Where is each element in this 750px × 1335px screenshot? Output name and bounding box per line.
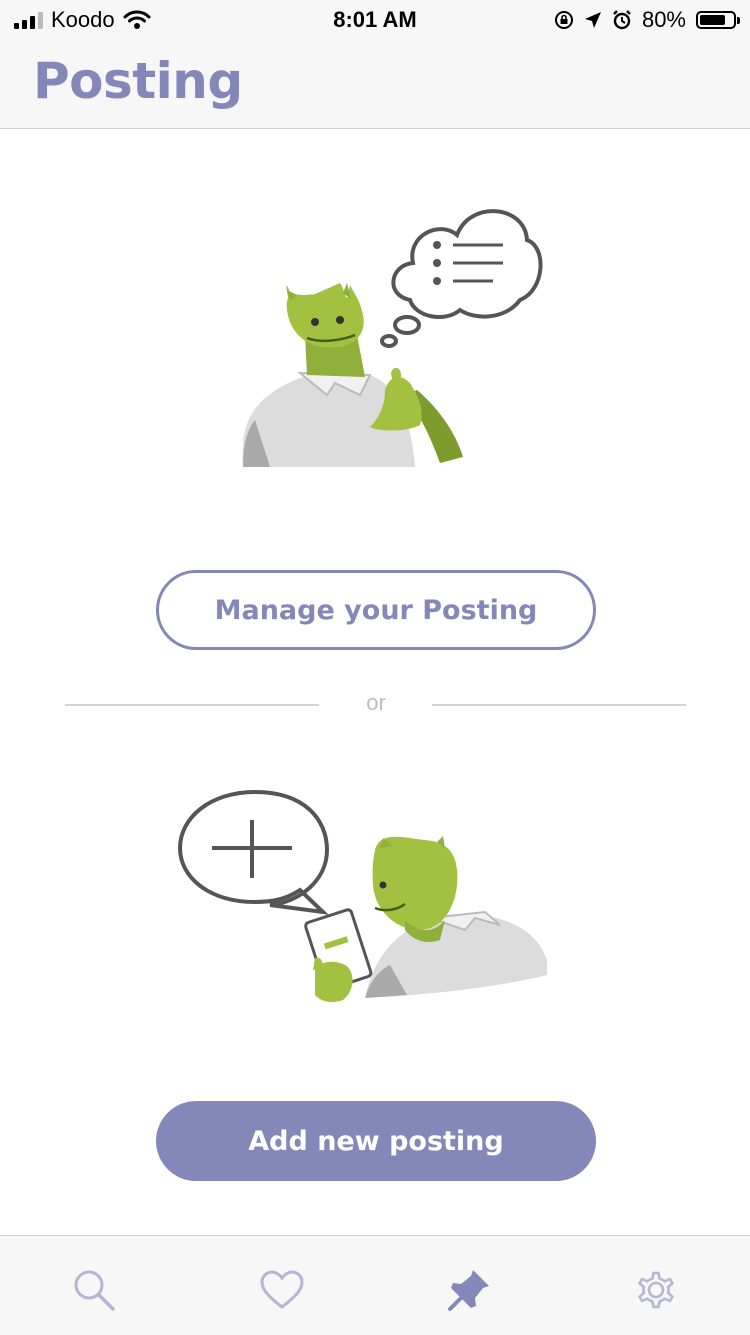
pushpin-icon <box>448 1270 489 1311</box>
divider-text: or <box>366 690 386 715</box>
tab-favorites[interactable] <box>254 1262 310 1318</box>
add-posting-character-illustration <box>175 790 555 1010</box>
battery-percent: 80% <box>641 7 686 32</box>
page-title: Posting <box>33 52 243 110</box>
header: Posting <box>0 40 750 129</box>
tab-bar <box>0 1235 750 1335</box>
divider-line-right <box>432 704 686 706</box>
location-icon <box>584 12 601 28</box>
tab-search[interactable] <box>66 1262 122 1318</box>
heart-icon <box>260 1270 304 1309</box>
tab-posting[interactable] <box>441 1262 497 1318</box>
search-icon <box>74 1270 115 1311</box>
add-new-posting-button[interactable]: Add new posting <box>156 1101 596 1181</box>
divider-line-left <box>65 704 319 706</box>
alarm-icon <box>613 10 631 30</box>
tab-settings[interactable] <box>628 1262 684 1318</box>
manage-posting-button[interactable]: Manage your Posting <box>156 570 596 650</box>
gear-icon <box>637 1271 675 1309</box>
battery-icon <box>696 11 740 29</box>
status-bar: Koodo 8:01 AM 80% <box>0 0 750 40</box>
thinking-character-illustration <box>235 195 545 475</box>
rotation-lock-icon <box>554 11 573 29</box>
